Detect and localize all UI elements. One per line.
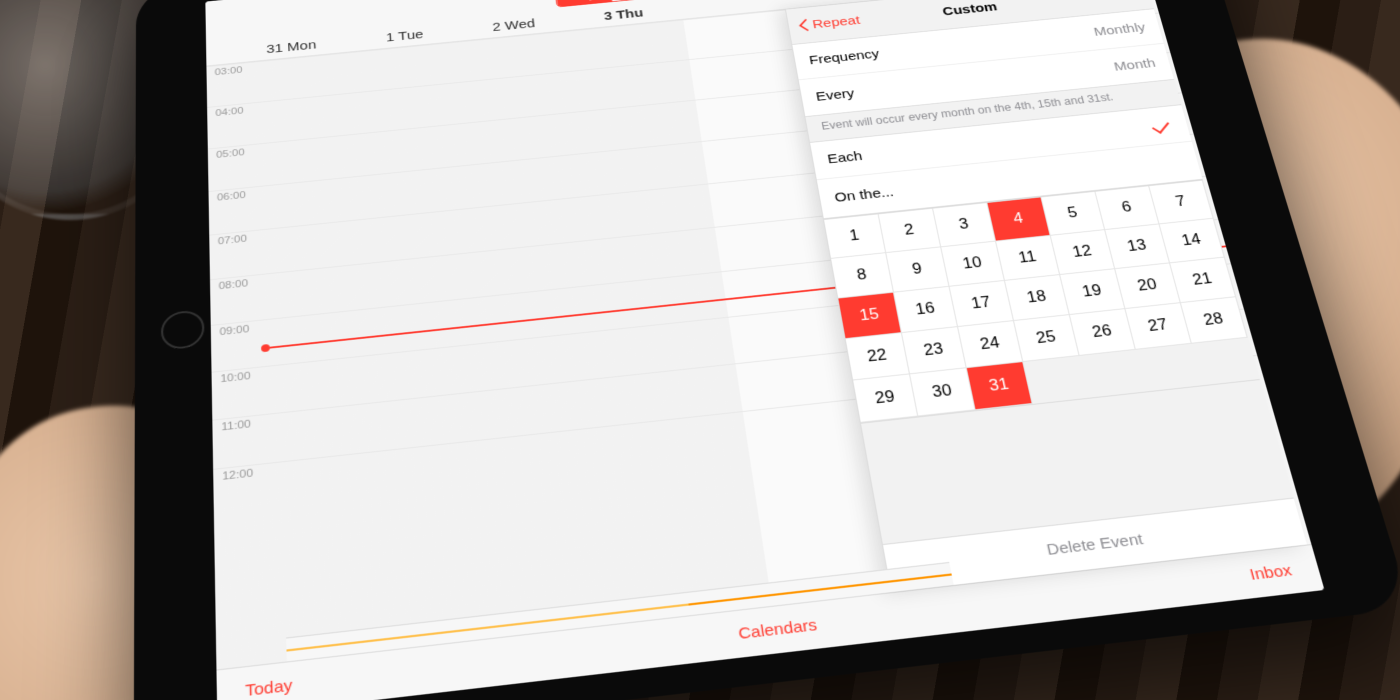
day-cell[interactable]: 15 — [838, 293, 902, 339]
day-cell[interactable]: 1 — [824, 214, 886, 259]
ipad-device: 09:41 ᛒ 100% Day Week Month Year — [134, 0, 1400, 700]
frequency-label: Frequency — [808, 47, 881, 68]
day-cell[interactable]: 8 — [831, 253, 894, 298]
day-cell[interactable]: 24 — [958, 321, 1023, 368]
day-cell[interactable]: 19 — [1060, 269, 1125, 315]
day-cell[interactable]: 10 — [941, 241, 1005, 286]
day-cell[interactable]: 9 — [886, 247, 949, 292]
date-tue[interactable]: 1 Tue — [386, 28, 424, 45]
day-cell[interactable]: 7 — [1149, 181, 1214, 225]
day-cell[interactable]: 26 — [1070, 309, 1136, 356]
day-cell[interactable]: 13 — [1105, 224, 1170, 269]
date-thu[interactable]: 3 Thu — [603, 6, 644, 23]
every-value: Month — [1112, 56, 1157, 74]
day-cell[interactable]: 29 — [853, 374, 918, 422]
day-cell[interactable]: 3 — [933, 203, 996, 247]
segment-day[interactable]: Day — [556, 0, 612, 7]
day-cell[interactable]: 11 — [996, 236, 1060, 281]
day-cell[interactable]: 6 — [1095, 186, 1159, 230]
day-cell[interactable]: 28 — [1181, 297, 1248, 344]
back-label: Repeat — [811, 13, 861, 31]
frequency-value: Monthly — [1092, 21, 1147, 39]
day-cell-empty — [1080, 350, 1147, 398]
day-cell[interactable]: 25 — [1014, 315, 1080, 362]
day-cell[interactable]: 2 — [879, 209, 942, 253]
day-cell[interactable]: 12 — [1051, 230, 1115, 275]
day-cell-empty — [1192, 338, 1260, 386]
day-cell[interactable]: 16 — [894, 287, 958, 333]
day-cell[interactable]: 31 — [967, 362, 1033, 410]
day-cell[interactable]: 23 — [902, 327, 967, 374]
date-mon[interactable]: 31 Mon — [266, 38, 317, 56]
segment-week[interactable]: Week — [609, 0, 676, 1]
calendars-button[interactable]: Calendars — [737, 616, 818, 643]
day-cell[interactable]: 30 — [910, 368, 976, 416]
every-label: Every — [815, 86, 856, 104]
day-cell[interactable]: 5 — [1042, 192, 1106, 236]
panel-title: Custom — [941, 0, 998, 18]
day-cell[interactable]: 18 — [1005, 275, 1070, 321]
day-cell[interactable]: 22 — [846, 333, 910, 380]
home-button[interactable] — [161, 309, 205, 351]
day-cell-empty — [1023, 356, 1089, 404]
on-the-label: On the... — [833, 184, 895, 205]
inbox-button[interactable]: Inbox — [1248, 562, 1294, 585]
screen: 09:41 ᛒ 100% Day Week Month Year — [205, 0, 1324, 700]
today-button[interactable]: Today — [245, 676, 293, 700]
date-wed[interactable]: 2 Wed — [492, 17, 536, 35]
day-cell[interactable]: 17 — [950, 281, 1014, 327]
day-cell[interactable]: 4 — [987, 197, 1050, 241]
day-cell[interactable]: 21 — [1170, 257, 1236, 303]
back-button[interactable]: Repeat — [796, 13, 862, 33]
each-label: Each — [826, 149, 863, 167]
day-cell[interactable]: 14 — [1160, 219, 1225, 264]
